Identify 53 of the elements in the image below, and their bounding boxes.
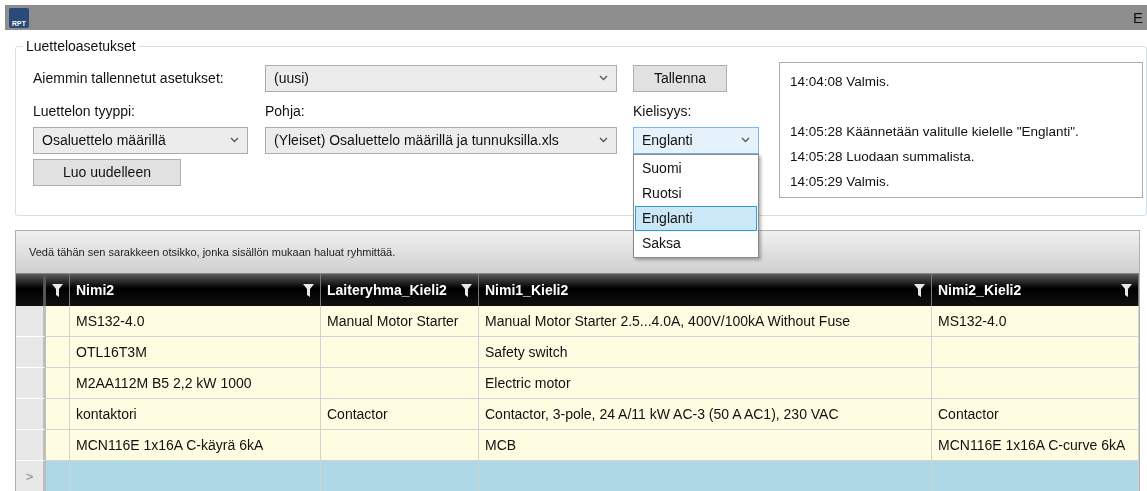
log-line: 14:05:28 Käännetään valitulle kielelle "Englanti". <box>790 123 1080 141</box>
column-header[interactable]: Nimi2 <box>70 274 321 306</box>
filter-icon[interactable] <box>1121 283 1132 297</box>
field-label: Kielisyys: <box>633 103 693 119</box>
table-cell <box>46 461 70 491</box>
field-label: Luettelon tyyppi: <box>33 103 136 119</box>
table-cell: Electric motor <box>479 368 932 399</box>
filter-icon[interactable] <box>303 283 314 297</box>
filter-icon[interactable] <box>52 283 63 297</box>
regenerate-button[interactable]: Luo uudelleen <box>33 158 181 186</box>
saved-settings-dropdown[interactable]: (uusi) <box>265 64 617 92</box>
table-cell: Safety switch <box>479 337 932 368</box>
group-title: Luetteloasetukset <box>25 38 137 54</box>
table-cell: M2AA112M B5 2,2 kW 1000 <box>70 368 321 399</box>
table-cell: Contactor <box>932 399 1139 430</box>
table-cell: Manual Motor Starter <box>321 306 479 337</box>
table-cell: MS132-4.0 <box>70 306 321 337</box>
language-dropdown[interactable]: Englanti <box>633 126 759 154</box>
save-button[interactable]: Tallenna <box>633 64 727 92</box>
column-header[interactable]: Laiteryhma_Kieli2 <box>321 274 479 306</box>
filter-icon[interactable] <box>461 283 472 297</box>
table-cell: MCN116E 1x16A C-käyrä 6kA <box>70 430 321 461</box>
caret-icon <box>599 137 608 143</box>
window-title: E <box>1133 9 1143 26</box>
table-cell <box>46 399 70 430</box>
group-hint: Vedä tähän sen sarakkeen otsikko, jonka sisällön mukaan haluat ryhmittää. <box>29 246 396 258</box>
table-cell: MCB <box>479 430 932 461</box>
caret-icon <box>230 137 239 143</box>
log-line: 14:05:29 Valmis. <box>790 173 891 191</box>
table-cell <box>46 337 70 368</box>
table-cell <box>46 306 70 337</box>
field-label: Aiemmin tallennetut asetukset: <box>33 70 225 86</box>
table-cell: Contactor <box>321 399 479 430</box>
table-cell: Contactor, 3-pole, 24 A/11 kW AC-3 (50 A AC1), 230 VAC <box>479 399 932 430</box>
field-label: Pohja: <box>265 103 306 119</box>
column-header[interactable]: Nimi1_Kieli2 <box>479 274 932 306</box>
filter-icon[interactable] <box>914 283 925 297</box>
table-cell <box>46 368 70 399</box>
caret-icon <box>599 75 608 81</box>
column-header[interactable]: Nimi2_Kieli2 <box>932 274 1139 306</box>
template-dropdown[interactable]: (Yleiset) Osaluettelo määrillä ja tunnuksilla.xls <box>265 126 617 154</box>
dropdown-option[interactable]: Englanti <box>635 205 757 231</box>
header-corner <box>16 274 46 306</box>
log-line: 14:05:28 Luodaan summalista. <box>790 148 976 166</box>
caret-icon <box>741 137 750 143</box>
table-cell: MCN116E 1x16A C-curve 6kA <box>932 430 1139 461</box>
table-cell: OTL16T3M <box>70 337 321 368</box>
table-cell: MS132-4.0 <box>932 306 1139 337</box>
table-cell <box>46 430 70 461</box>
log-line: 14:04:08 Valmis. <box>790 73 891 91</box>
list-type-dropdown[interactable]: Osaluettelo määrillä <box>33 126 248 154</box>
table-cell: Manual Motor Starter 2.5...4.0A, 400V/100kA Without Fuse <box>479 306 932 337</box>
table-cell: kontaktori <box>70 399 321 430</box>
